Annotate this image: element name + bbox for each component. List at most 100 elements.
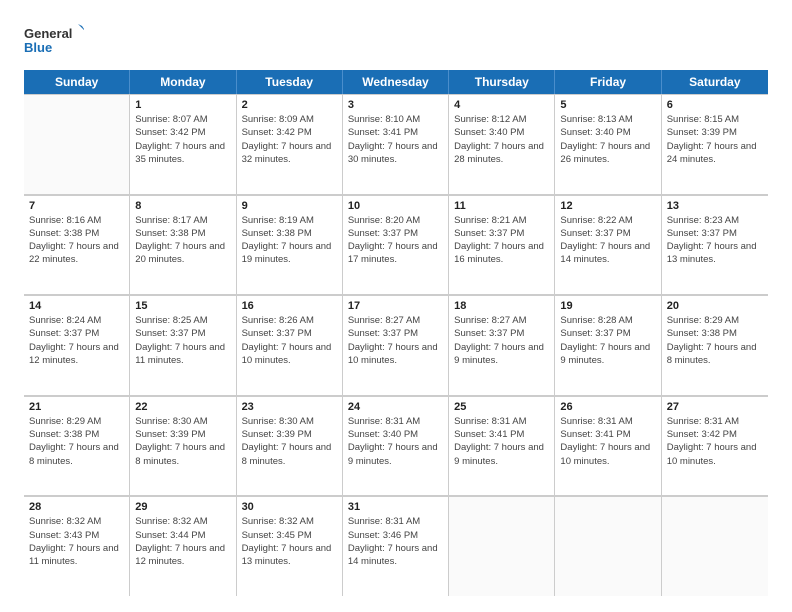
day-cell-13: 13 Sunrise: 8:23 AM Sunset: 3:37 PM Dayl…	[662, 195, 768, 295]
header-thursday: Thursday	[449, 70, 555, 94]
day-cell-29: 29 Sunrise: 8:32 AM Sunset: 3:44 PM Dayl…	[130, 496, 236, 596]
day-number: 11	[454, 200, 549, 212]
daylight: Daylight: 7 hours and 9 minutes.	[454, 441, 549, 468]
week-row-3: 14 Sunrise: 8:24 AM Sunset: 3:37 PM Dayl…	[24, 295, 768, 396]
day-cell-20: 20 Sunrise: 8:29 AM Sunset: 3:38 PM Dayl…	[662, 295, 768, 395]
sunset: Sunset: 3:38 PM	[135, 227, 230, 240]
day-number: 9	[242, 200, 337, 212]
empty-cell-w4-6	[662, 496, 768, 596]
day-cell-10: 10 Sunrise: 8:20 AM Sunset: 3:37 PM Dayl…	[343, 195, 449, 295]
day-cell-1: 1 Sunrise: 8:07 AM Sunset: 3:42 PM Dayli…	[130, 94, 236, 194]
daylight: Daylight: 7 hours and 10 minutes.	[560, 441, 655, 468]
sunset: Sunset: 3:37 PM	[242, 327, 337, 340]
day-cell-8: 8 Sunrise: 8:17 AM Sunset: 3:38 PM Dayli…	[130, 195, 236, 295]
daylight: Daylight: 7 hours and 12 minutes.	[135, 542, 230, 569]
header-sunday: Sunday	[24, 70, 130, 94]
sunrise: Sunrise: 8:31 AM	[560, 415, 655, 428]
sunrise: Sunrise: 8:31 AM	[348, 415, 443, 428]
sunset: Sunset: 3:41 PM	[560, 428, 655, 441]
sunrise: Sunrise: 8:30 AM	[242, 415, 337, 428]
sunrise: Sunrise: 8:32 AM	[135, 515, 230, 528]
sunset: Sunset: 3:42 PM	[242, 126, 337, 139]
empty-cell-w0-0	[24, 94, 130, 194]
day-cell-23: 23 Sunrise: 8:30 AM Sunset: 3:39 PM Dayl…	[237, 396, 343, 496]
sunrise: Sunrise: 8:24 AM	[29, 314, 124, 327]
sunrise: Sunrise: 8:28 AM	[560, 314, 655, 327]
day-number: 16	[242, 300, 337, 312]
day-number: 17	[348, 300, 443, 312]
day-number: 4	[454, 99, 549, 111]
sunrise: Sunrise: 8:19 AM	[242, 214, 337, 227]
sunset: Sunset: 3:46 PM	[348, 529, 443, 542]
daylight: Daylight: 7 hours and 22 minutes.	[29, 240, 124, 267]
day-number: 12	[560, 200, 655, 212]
daylight: Daylight: 7 hours and 16 minutes.	[454, 240, 549, 267]
day-number: 2	[242, 99, 337, 111]
daylight: Daylight: 7 hours and 24 minutes.	[667, 140, 763, 167]
sunset: Sunset: 3:40 PM	[348, 428, 443, 441]
sunset: Sunset: 3:41 PM	[348, 126, 443, 139]
daylight: Daylight: 7 hours and 35 minutes.	[135, 140, 230, 167]
day-cell-16: 16 Sunrise: 8:26 AM Sunset: 3:37 PM Dayl…	[237, 295, 343, 395]
day-cell-19: 19 Sunrise: 8:28 AM Sunset: 3:37 PM Dayl…	[555, 295, 661, 395]
day-cell-12: 12 Sunrise: 8:22 AM Sunset: 3:37 PM Dayl…	[555, 195, 661, 295]
day-number: 27	[667, 401, 763, 413]
sunset: Sunset: 3:41 PM	[454, 428, 549, 441]
daylight: Daylight: 7 hours and 11 minutes.	[29, 542, 124, 569]
sunrise: Sunrise: 8:29 AM	[29, 415, 124, 428]
svg-text:Blue: Blue	[24, 40, 52, 55]
sunrise: Sunrise: 8:21 AM	[454, 214, 549, 227]
sunrise: Sunrise: 8:26 AM	[242, 314, 337, 327]
daylight: Daylight: 7 hours and 20 minutes.	[135, 240, 230, 267]
day-number: 6	[667, 99, 763, 111]
header: General Blue	[24, 20, 768, 60]
week-row-5: 28 Sunrise: 8:32 AM Sunset: 3:43 PM Dayl…	[24, 496, 768, 596]
header-friday: Friday	[555, 70, 661, 94]
daylight: Daylight: 7 hours and 10 minutes.	[667, 441, 763, 468]
sunrise: Sunrise: 8:15 AM	[667, 113, 763, 126]
sunset: Sunset: 3:37 PM	[454, 227, 549, 240]
sunset: Sunset: 3:40 PM	[454, 126, 549, 139]
daylight: Daylight: 7 hours and 26 minutes.	[560, 140, 655, 167]
sunset: Sunset: 3:37 PM	[560, 227, 655, 240]
day-cell-3: 3 Sunrise: 8:10 AM Sunset: 3:41 PM Dayli…	[343, 94, 449, 194]
day-number: 15	[135, 300, 230, 312]
daylight: Daylight: 7 hours and 8 minutes.	[135, 441, 230, 468]
daylight: Daylight: 7 hours and 8 minutes.	[242, 441, 337, 468]
page: General Blue SundayMondayTuesdayWednesda…	[0, 0, 792, 612]
day-number: 24	[348, 401, 443, 413]
svg-text:General: General	[24, 26, 72, 41]
day-cell-17: 17 Sunrise: 8:27 AM Sunset: 3:37 PM Dayl…	[343, 295, 449, 395]
daylight: Daylight: 7 hours and 9 minutes.	[560, 341, 655, 368]
calendar-body: 1 Sunrise: 8:07 AM Sunset: 3:42 PM Dayli…	[24, 94, 768, 596]
header-tuesday: Tuesday	[237, 70, 343, 94]
sunset: Sunset: 3:38 PM	[29, 227, 124, 240]
sunrise: Sunrise: 8:13 AM	[560, 113, 655, 126]
sunset: Sunset: 3:37 PM	[29, 327, 124, 340]
day-number: 18	[454, 300, 549, 312]
daylight: Daylight: 7 hours and 10 minutes.	[242, 341, 337, 368]
day-cell-15: 15 Sunrise: 8:25 AM Sunset: 3:37 PM Dayl…	[130, 295, 236, 395]
daylight: Daylight: 7 hours and 17 minutes.	[348, 240, 443, 267]
day-number: 29	[135, 501, 230, 513]
sunrise: Sunrise: 8:23 AM	[667, 214, 763, 227]
day-cell-30: 30 Sunrise: 8:32 AM Sunset: 3:45 PM Dayl…	[237, 496, 343, 596]
day-cell-26: 26 Sunrise: 8:31 AM Sunset: 3:41 PM Dayl…	[555, 396, 661, 496]
sunrise: Sunrise: 8:31 AM	[454, 415, 549, 428]
sunset: Sunset: 3:37 PM	[667, 227, 763, 240]
day-cell-24: 24 Sunrise: 8:31 AM Sunset: 3:40 PM Dayl…	[343, 396, 449, 496]
daylight: Daylight: 7 hours and 9 minutes.	[348, 441, 443, 468]
day-number: 30	[242, 501, 337, 513]
day-number: 7	[29, 200, 124, 212]
day-cell-2: 2 Sunrise: 8:09 AM Sunset: 3:42 PM Dayli…	[237, 94, 343, 194]
sunrise: Sunrise: 8:30 AM	[135, 415, 230, 428]
calendar-header: SundayMondayTuesdayWednesdayThursdayFrid…	[24, 70, 768, 94]
daylight: Daylight: 7 hours and 13 minutes.	[667, 240, 763, 267]
day-cell-27: 27 Sunrise: 8:31 AM Sunset: 3:42 PM Dayl…	[662, 396, 768, 496]
day-cell-14: 14 Sunrise: 8:24 AM Sunset: 3:37 PM Dayl…	[24, 295, 130, 395]
daylight: Daylight: 7 hours and 28 minutes.	[454, 140, 549, 167]
header-wednesday: Wednesday	[343, 70, 449, 94]
sunset: Sunset: 3:38 PM	[242, 227, 337, 240]
daylight: Daylight: 7 hours and 8 minutes.	[29, 441, 124, 468]
header-monday: Monday	[130, 70, 236, 94]
